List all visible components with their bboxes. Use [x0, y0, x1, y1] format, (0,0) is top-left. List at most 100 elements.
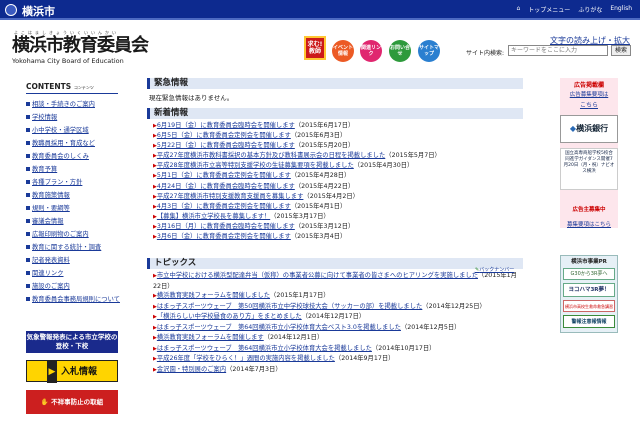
news-item[interactable]: ▶【募集】横浜市立学校長を募集します！（2015年3月17日）: [153, 212, 523, 222]
sidebar-item[interactable]: 教職員採用・育成など: [26, 138, 118, 151]
ad-recruit-link[interactable]: 募集要項はこちら: [560, 220, 618, 228]
news-heading: 新着情報: [147, 108, 523, 119]
bullet-icon: [26, 271, 30, 275]
search-input[interactable]: [508, 45, 608, 56]
teacher-recruit-button[interactable]: 求む!教師: [304, 36, 326, 60]
bid-info-banner[interactable]: ▶ 入札情報: [26, 360, 118, 383]
city-seal-icon: [5, 4, 17, 16]
news-item[interactable]: ▶5月1日（金）に教育委員会定例会を開催します（2015年4月28日）: [153, 171, 523, 181]
sidebar-item[interactable]: 各種プラン・方針: [26, 177, 118, 190]
english-link[interactable]: English: [610, 5, 632, 14]
topic-item[interactable]: ▶「横浜らしい中学校昼食のあり方」をまとめました（2014年12月17日）: [153, 312, 523, 323]
news-item[interactable]: ▶平成27年度横浜市特別支援教育支援員を募集します（2015年4月2日）: [153, 192, 523, 202]
kosen-ad[interactable]: 国立高専商船学校5校合同進学ガイダンス開催7月20日（月・祝）ナビオス横浜: [560, 148, 618, 190]
sitemap-button[interactable]: サイトマップ: [418, 40, 440, 62]
ad-recruit-title: 広告主募集中: [572, 207, 606, 213]
bullet-icon: [26, 128, 30, 132]
contact-button[interactable]: お問い合せ: [389, 40, 411, 62]
back-number-link[interactable]: ✎バックナンバー: [475, 266, 514, 273]
ad-guide-link[interactable]: 広告募集要項は: [560, 90, 618, 98]
pr-title: 横浜市事業PR: [571, 259, 607, 265]
city-name[interactable]: 横浜市: [22, 3, 55, 19]
sidebar-list: 相談・手続きのご案内 学校情報 小中学校・通学区域 教職員採用・育成など 教育委員会のし…: [26, 99, 120, 307]
related-links-button[interactable]: 関連リンク: [360, 40, 382, 62]
bullet-icon: [26, 141, 30, 145]
bullet-icon: [26, 245, 30, 249]
sidebar-item[interactable]: 学校情報: [26, 112, 118, 125]
event-info-button[interactable]: イベント情報: [332, 40, 354, 62]
furigana-link[interactable]: ふりがな: [578, 5, 602, 14]
bullet-icon: [26, 284, 30, 288]
topic-item[interactable]: ▶はまっ子スポーツウェーブ 第64回横浜市立小学校体育大会を掲載しました（201…: [153, 344, 523, 355]
topic-item[interactable]: ▶市立中学校における横浜型配達弁当（仮称）の事業者公募に向けて事業者の皆さまへの…: [153, 271, 523, 291]
arrow-icon: ▶: [46, 361, 57, 383]
bullet-icon: [26, 154, 30, 158]
home-icon[interactable]: ⌂: [516, 5, 520, 14]
sidebar-item[interactable]: 教育委員会のしくみ: [26, 151, 118, 164]
topics-heading: トピックス: [147, 258, 523, 270]
sidebar-item[interactable]: 教育に関する統計・調査: [26, 242, 118, 255]
top-menu-link[interactable]: トップメニュー: [528, 5, 570, 14]
sidebar-item[interactable]: 広報印刷物のご案内: [26, 229, 118, 242]
topic-item[interactable]: ▶横浜教育実践フォーラムを開催します（2014年12月1日）: [153, 333, 523, 344]
sidebar-item[interactable]: 相談・手続きのご案内: [26, 99, 118, 112]
bullet-icon: [26, 115, 30, 119]
news-item[interactable]: ▶5月22日（金）に教育委員会臨時会を開催します（2015年5月20日）: [153, 141, 523, 151]
emergency-heading: 緊急情報: [147, 78, 523, 89]
sidebar: CONTENTS コンテンツ 相談・手続きのご案内 学校情報 小中学校・通学区域 教職…: [26, 82, 120, 307]
bank-ad[interactable]: ◆横浜銀行: [560, 115, 618, 143]
topic-item[interactable]: ▶平成26年度「学校をひらく！」週間の実施内容を掲載しました（2014年9月17…: [153, 354, 523, 365]
pr-banner-lifesaving[interactable]: 横浜市高校生救命救急講習会: [563, 300, 615, 320]
misconduct-prevention-banner[interactable]: ✋ 不祥事防止の取組: [26, 390, 118, 414]
sidebar-item[interactable]: 教育委員会事務局規則について: [26, 294, 120, 307]
emergency-text: 現在緊急情報はありません。: [149, 94, 234, 102]
logo-english: Yokohama City Board of Education: [12, 57, 124, 65]
sidebar-item[interactable]: 記者発表資料: [26, 255, 118, 268]
search-label: サイト内検索:: [466, 50, 505, 57]
site-logo[interactable]: よこはましきょういくいいんかい 横浜市教育委員会 Yokohama City B…: [12, 30, 149, 65]
bullet-icon: [26, 258, 30, 262]
news-item[interactable]: ▶4月24日（金）に教育委員会臨時会を開催します（2015年4月22日）: [153, 182, 523, 192]
news-item[interactable]: ▶6月19日（金）に教育委員会臨時会を開催します（2015年6月17日）: [153, 121, 523, 131]
pr-banner-g30[interactable]: G30から3R夢へ: [563, 268, 615, 280]
pr-banner-alerts[interactable]: 警報注意報情報: [563, 315, 615, 328]
sidebar-item[interactable]: 教育予算: [26, 164, 118, 177]
bullet-icon: [26, 219, 30, 223]
search-button[interactable]: 検索: [611, 45, 631, 56]
bullet-icon: [26, 102, 30, 106]
news-item[interactable]: ▶3月16日（月）に教育委員会臨時会を開催します（2015年3月12日）: [153, 222, 523, 232]
bullet-icon: [26, 167, 30, 171]
top-bar: 横浜市 ⌂ トップメニュー ふりがな English: [0, 0, 640, 20]
bullet-icon: [26, 206, 30, 210]
sidebar-item[interactable]: 審議会情報: [26, 216, 118, 229]
header-links: ⌂ トップメニュー ふりがな English: [516, 5, 632, 14]
news-item[interactable]: ▶平成27年度横浜市教科書採択の基本方針及び教科書展示会の日程を掲載しました（2…: [153, 151, 523, 161]
topics-list: ▶市立中学校における横浜型配達弁当（仮称）の事業者公募に向けて事業者の皆さまへの…: [153, 271, 523, 375]
topic-item[interactable]: ▶はまっ子スポーツウェーブ 第64回横浜市立小学校体育大会ベスト3.0を掲載しま…: [153, 323, 523, 334]
topic-item[interactable]: ▶金沢園・特別展のご案内（2014年7月3日）: [153, 365, 523, 376]
sidebar-title: CONTENTS コンテンツ: [26, 82, 118, 94]
ad-title: 広告掲載欄: [573, 82, 604, 89]
topic-item[interactable]: ▶はまっ子スポーツウェーブ 第50回横浜市立中学校球技大会（サッカーの部）を掲載…: [153, 302, 523, 313]
ad-guide-here-link[interactable]: こちら: [560, 100, 618, 109]
sidebar-item[interactable]: 関連リンク: [26, 268, 118, 281]
sidebar-item[interactable]: 規則・要綱等: [26, 203, 118, 216]
hand-icon: ✋: [40, 398, 49, 406]
news-item[interactable]: ▶3月6日（金）に教育委員会定例会を開催します（2015年3月4日）: [153, 232, 523, 242]
topic-item[interactable]: ▶横浜教育実践フォーラムを開催しました（2015年1月17日）: [153, 291, 523, 302]
sidebar-item[interactable]: 教育施策情報: [26, 190, 118, 203]
weather-alert-banner[interactable]: 気象警報発表による市立学校の登校・下校: [26, 331, 118, 353]
news-item[interactable]: ▶4月3日（金）に教育委員会定例会を開催します（2015年4月1日）: [153, 202, 523, 212]
bullet-icon: [26, 297, 30, 301]
sidebar-item[interactable]: 施設のご案内: [26, 281, 118, 294]
sidebar-item[interactable]: 小中学校・通学区域: [26, 125, 118, 138]
bullet-icon: [26, 232, 30, 236]
news-item[interactable]: ▶平成28年度横浜市立高等特別支援学校の生徒募集要項を掲載しました（2015年4…: [153, 161, 523, 171]
pr-banner-3r[interactable]: ヨコハマ3R夢！: [563, 283, 615, 297]
main-content: 緊急情報 現在緊急情報はありません。 新着情報 ▶6月19日（金）に教育委員会臨…: [147, 78, 523, 375]
news-item[interactable]: ▶6月5日（金）に教育委員会定例会を開催します（2015年6月3日）: [153, 131, 523, 141]
news-list: ▶6月19日（金）に教育委員会臨時会を開催します（2015年6月17日） ▶6月5…: [153, 121, 523, 242]
logo-title: 横浜市教育委員会: [12, 35, 149, 56]
bullet-icon: [26, 180, 30, 184]
bullet-icon: [26, 193, 30, 197]
